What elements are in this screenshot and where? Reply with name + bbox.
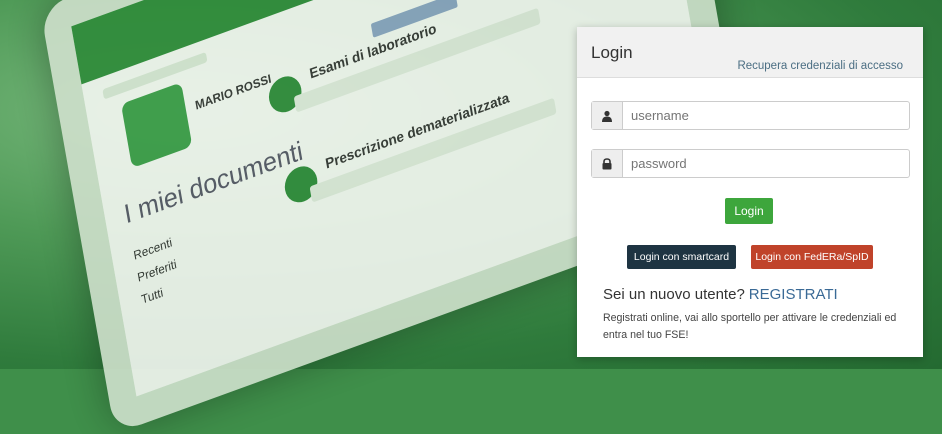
login-panel: Login Recupera credenziali di accesso Lo… — [577, 27, 923, 357]
nav-item: Tutti — [140, 285, 165, 307]
tablet-user-name: MARIO ROSSI — [194, 71, 273, 113]
username-field — [591, 101, 910, 130]
new-user-question: Sei un nuovo utente? — [603, 286, 745, 303]
user-icon — [592, 102, 623, 129]
smartcard-login-button[interactable]: Login con smartcard — [627, 245, 736, 269]
new-user-prompt: Sei un nuovo utente? REGISTRATI — [603, 286, 838, 303]
login-title: Login — [591, 43, 633, 62]
lock-icon — [592, 150, 623, 177]
recover-credentials-link[interactable]: Recupera credenziali di accesso — [737, 60, 903, 72]
login-panel-header: Login Recupera credenziali di accesso — [577, 27, 923, 78]
register-info-text: Registrati online, vai allo sportello pe… — [603, 312, 897, 341]
password-field — [591, 149, 910, 178]
username-input[interactable] — [623, 102, 909, 129]
spid-login-button[interactable]: Login con FedERa/SpID — [751, 245, 873, 269]
password-input[interactable] — [623, 150, 909, 177]
login-button[interactable]: Login — [725, 198, 773, 224]
user-avatar — [120, 82, 193, 169]
register-link[interactable]: REGISTRATI — [749, 286, 838, 303]
nav-item: Preferiti — [136, 256, 178, 285]
